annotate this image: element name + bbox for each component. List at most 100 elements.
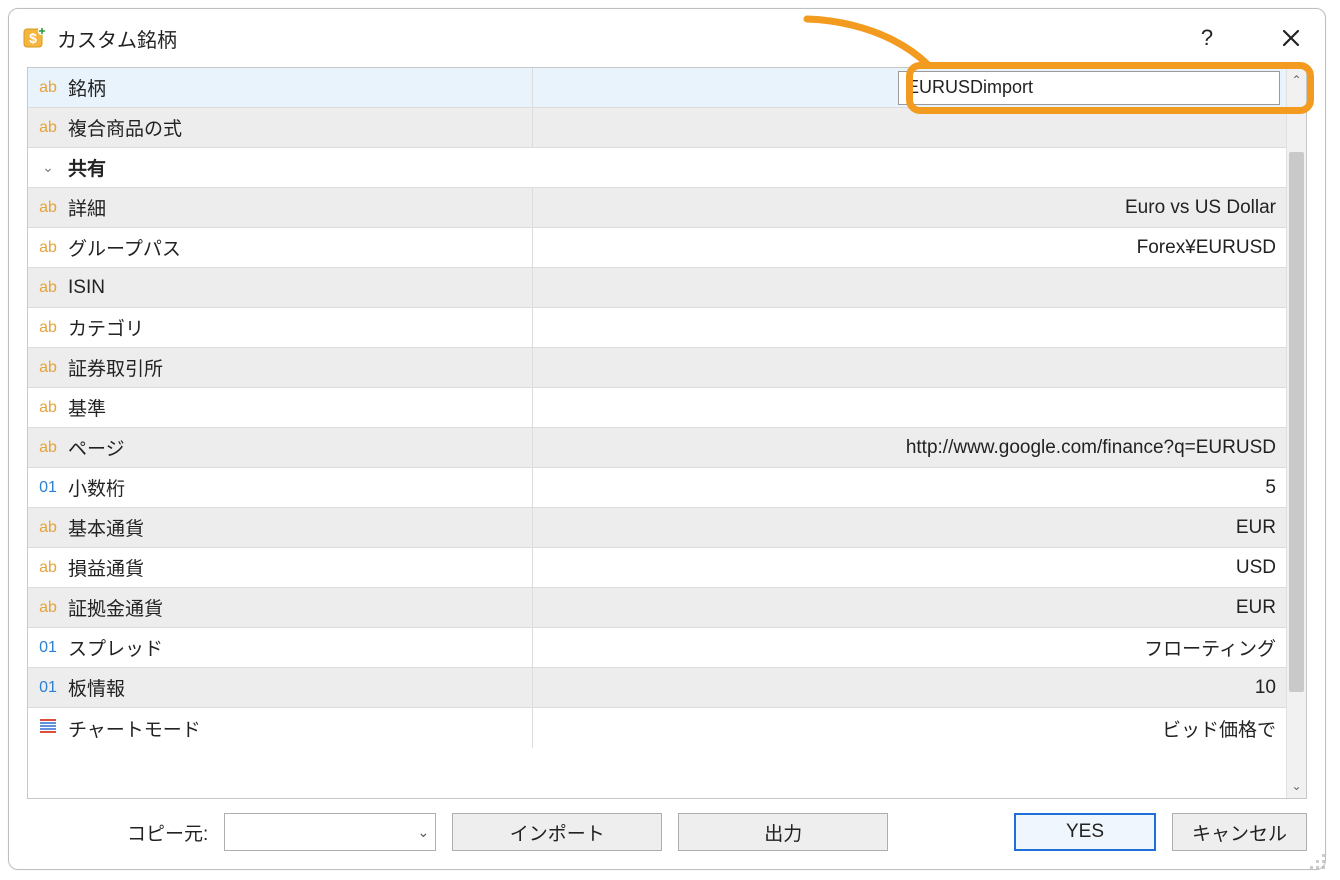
property-row[interactable]: ab複合商品の式	[28, 108, 1286, 148]
property-value-cell[interactable]: http://www.google.com/finance?q=EURUSD	[533, 428, 1286, 467]
property-label: 証拠金通貨	[62, 594, 163, 621]
property-value-cell[interactable]: フローティング	[533, 628, 1286, 667]
property-row[interactable]: ab基準	[28, 388, 1286, 428]
property-row[interactable]: 01スプレッドフローティング	[28, 628, 1286, 668]
property-label-cell: ab証券取引所	[28, 348, 533, 387]
scroll-up-icon[interactable]: ⌃	[1287, 70, 1306, 90]
property-value-cell[interactable]: USD	[533, 548, 1286, 587]
cancel-button[interactable]: キャンセル	[1172, 813, 1307, 851]
property-label-cell: ab基準	[28, 388, 533, 427]
chevron-down-icon: ⌄	[418, 824, 430, 841]
property-value-cell[interactable]: Forex¥EURUSD	[533, 228, 1286, 267]
property-label: 基準	[62, 394, 106, 421]
property-value-cell[interactable]: ビッド価格で	[533, 708, 1286, 748]
copy-from-label: コピー元:	[127, 819, 208, 846]
property-row[interactable]: ab証拠金通貨EUR	[28, 588, 1286, 628]
property-value-cell[interactable]	[533, 268, 1286, 307]
property-label-cell: ab銘柄	[28, 68, 533, 107]
property-value-cell[interactable]: EUR	[533, 588, 1286, 627]
property-label-cell: ab証拠金通貨	[28, 588, 533, 627]
vertical-scrollbar[interactable]: ⌃ ⌄	[1286, 68, 1306, 798]
text-type-icon: ab	[34, 519, 62, 537]
text-type-icon: ab	[34, 119, 62, 137]
property-value-cell[interactable]	[533, 68, 1286, 107]
copy-from-combobox[interactable]: ⌄	[224, 813, 436, 851]
property-label-cell: abカテゴリ	[28, 308, 533, 347]
property-label-cell: ab詳細	[28, 188, 533, 227]
text-type-icon: ab	[34, 319, 62, 337]
text-type-icon: ab	[34, 79, 62, 97]
titlebar: $ カスタム銘柄 ?	[9, 9, 1325, 67]
property-value-cell[interactable]	[533, 388, 1286, 427]
scroll-down-icon[interactable]: ⌄	[1287, 776, 1306, 796]
property-row[interactable]: 01板情報10	[28, 668, 1286, 708]
svg-text:$: $	[29, 30, 37, 46]
number-type-icon: 01	[34, 639, 62, 657]
property-label-cell: チャートモード	[28, 708, 533, 748]
property-row[interactable]: 01小数桁5	[28, 468, 1286, 508]
scrollbar-thumb[interactable]	[1289, 152, 1304, 692]
property-row[interactable]: ab証券取引所	[28, 348, 1286, 388]
property-label-cell: ⌄共有	[28, 148, 1286, 187]
help-button[interactable]: ?	[1187, 18, 1227, 58]
property-row[interactable]: ab損益通貨USD	[28, 548, 1286, 588]
property-label: カテゴリ	[62, 314, 144, 341]
symbol-name-input[interactable]	[898, 71, 1280, 105]
export-button[interactable]: 出力	[678, 813, 888, 851]
number-type-icon: 01	[34, 679, 62, 697]
text-type-icon: ab	[34, 279, 62, 297]
property-label: チャートモード	[62, 715, 201, 742]
property-row[interactable]: ab詳細Euro vs US Dollar	[28, 188, 1286, 228]
property-label-cell: 01小数桁	[28, 468, 533, 507]
custom-symbol-dialog: $ カスタム銘柄 ? ab銘柄ab複合商品の式⌄共有ab詳細Euro vs US…	[8, 8, 1326, 870]
property-label-cell: 01スプレッド	[28, 628, 533, 667]
dollar-plus-icon: $	[23, 26, 47, 50]
property-value-cell[interactable]	[533, 308, 1286, 347]
property-value-cell[interactable]: Euro vs US Dollar	[533, 188, 1286, 227]
property-row[interactable]: チャートモード ビッド価格で	[28, 708, 1286, 748]
text-type-icon: ab	[34, 559, 62, 577]
chart-mode-icon	[34, 717, 62, 740]
text-type-icon: ab	[34, 439, 62, 457]
property-value-cell[interactable]: EUR	[533, 508, 1286, 547]
property-label: 複合商品の式	[62, 114, 182, 141]
text-type-icon: ab	[34, 199, 62, 217]
text-type-icon: ab	[34, 239, 62, 257]
yes-button[interactable]: YES	[1014, 813, 1156, 851]
property-label: 共有	[62, 154, 106, 181]
property-label-cell: 01板情報	[28, 668, 533, 707]
property-row[interactable]: abカテゴリ	[28, 308, 1286, 348]
text-type-icon: ab	[34, 399, 62, 417]
property-row[interactable]: abISIN	[28, 268, 1286, 308]
property-row[interactable]: ab銘柄	[28, 68, 1286, 108]
property-label: 板情報	[62, 674, 125, 701]
property-value-cell[interactable]: 10	[533, 668, 1286, 707]
resize-grip-icon[interactable]	[1309, 853, 1327, 871]
property-value-cell[interactable]	[533, 348, 1286, 387]
property-row[interactable]: abページhttp://www.google.com/finance?q=EUR…	[28, 428, 1286, 468]
property-value-cell[interactable]: 5	[533, 468, 1286, 507]
property-rows-container: ab銘柄ab複合商品の式⌄共有ab詳細Euro vs US Dollarabグル…	[28, 68, 1286, 798]
property-label: 損益通貨	[62, 554, 144, 581]
text-type-icon: ab	[34, 599, 62, 617]
property-label: 証券取引所	[62, 354, 163, 381]
property-label: 基本通貨	[62, 514, 144, 541]
chevron-down-icon: ⌄	[34, 159, 62, 176]
property-label: 銘柄	[62, 74, 106, 101]
import-button[interactable]: インポート	[452, 813, 662, 851]
property-group-header[interactable]: ⌄共有	[28, 148, 1286, 188]
property-row[interactable]: ab基本通貨 EUR	[28, 508, 1286, 548]
property-label-cell: abページ	[28, 428, 533, 467]
property-label: 詳細	[62, 194, 106, 221]
property-label-cell: abグループパス	[28, 228, 533, 267]
window-title: カスタム銘柄	[57, 24, 177, 53]
close-button[interactable]	[1271, 18, 1311, 58]
property-label: ISIN	[62, 277, 105, 299]
text-type-icon: ab	[34, 359, 62, 377]
bottom-toolbar: コピー元: ⌄ インポート 出力 YES キャンセル	[9, 799, 1325, 869]
property-label-cell: ab損益通貨	[28, 548, 533, 587]
property-row[interactable]: abグループパスForex¥EURUSD	[28, 228, 1286, 268]
number-type-icon: 01	[34, 479, 62, 497]
property-label-cell: ab複合商品の式	[28, 108, 533, 147]
property-value-cell[interactable]	[533, 108, 1286, 147]
